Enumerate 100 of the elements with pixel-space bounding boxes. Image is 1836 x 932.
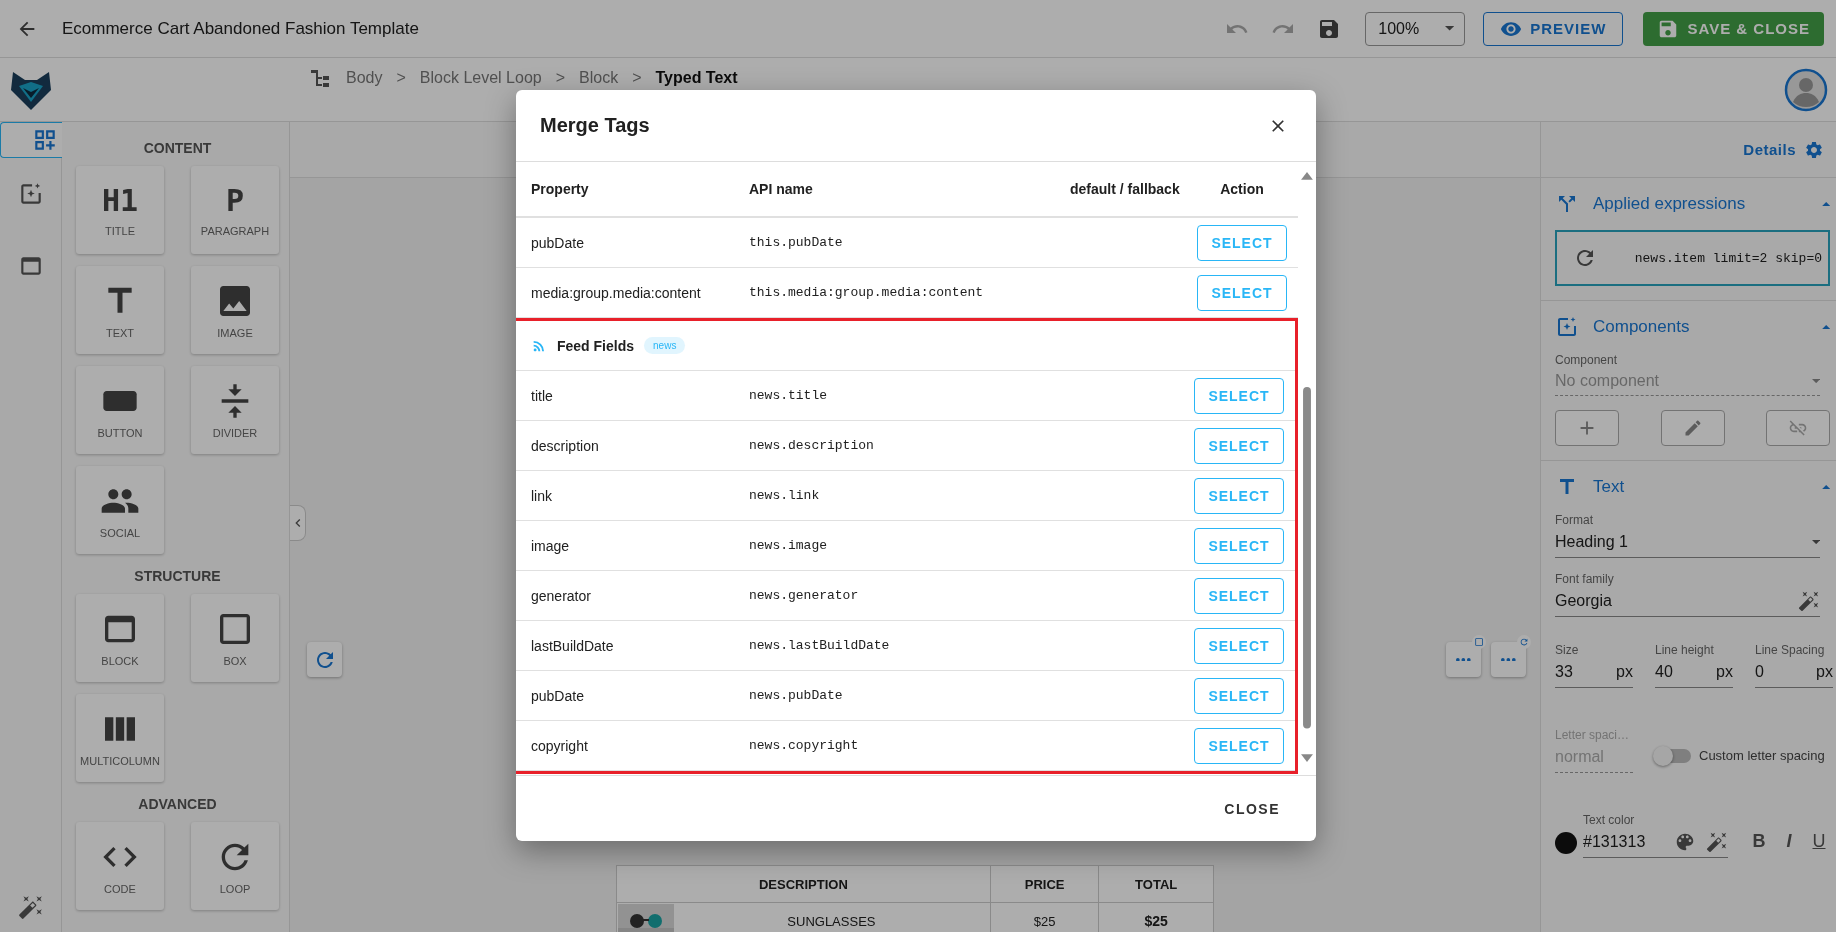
- toggle-switch[interactable]: [1655, 748, 1691, 763]
- palette-icon: [1674, 831, 1696, 853]
- property-cell-text: pubDate: [531, 234, 585, 251]
- save-close-button[interactable]: SAVE & CLOSE: [1643, 11, 1824, 46]
- text-style-button[interactable]: U: [1808, 831, 1830, 858]
- block-tile[interactable]: BUTTON: [76, 366, 164, 454]
- more-button[interactable]: [1446, 642, 1481, 677]
- news-tag: news: [644, 337, 686, 354]
- add-button[interactable]: [1555, 410, 1619, 446]
- select-button[interactable]: SELECT: [1197, 224, 1287, 261]
- refresh-badge-icon: [1517, 635, 1531, 649]
- block-tile[interactable]: BLOCK: [76, 594, 164, 682]
- block-tile[interactable]: LOOP: [191, 822, 279, 910]
- component-select[interactable]: No component: [1555, 367, 1820, 396]
- breadcrumb-item[interactable]: Body: [346, 69, 383, 87]
- template-title: Ecommerce Cart Abandoned Fashion Template: [62, 18, 420, 39]
- breadcrumb-separator: >: [555, 69, 565, 87]
- preview-button[interactable]: PREVIEW: [1483, 11, 1624, 46]
- select-button[interactable]: SELECT: [1194, 377, 1284, 414]
- field-label: Font family: [1555, 572, 1615, 586]
- more-icon: [1501, 657, 1516, 662]
- zoom-dropdown[interactable]: 100%: [1365, 11, 1466, 46]
- api-name-cell-text: this.media:group.media:content: [749, 285, 985, 300]
- select-button[interactable]: SELECT: [1194, 577, 1284, 614]
- property-cell-text: copyright: [531, 737, 589, 754]
- block-tile[interactable]: MULTICOLUMN: [76, 694, 164, 782]
- dialog-title: Merge Tags: [540, 114, 650, 137]
- expression-box[interactable]: news.item limit=2 skip=0: [1555, 230, 1830, 286]
- avatar-icon[interactable]: [1784, 67, 1828, 112]
- section-heading: CONTENT: [142, 140, 213, 156]
- color-field[interactable]: #131313: [1583, 833, 1664, 851]
- section-header[interactable]: Components: [1555, 301, 1830, 353]
- block-tile[interactable]: IMAGE: [191, 266, 279, 354]
- tile-glyph: H1: [101, 183, 139, 219]
- text-style-button[interactable]: B: [1748, 831, 1770, 858]
- caret-icon: [1445, 26, 1455, 31]
- block-tile[interactable]: TEXT: [76, 266, 164, 354]
- api-name-cell-text: news.link: [749, 488, 821, 503]
- refresh-button[interactable]: [307, 642, 342, 677]
- section-heading: STRUCTURE: [133, 568, 222, 584]
- select-button[interactable]: SELECT: [1194, 677, 1284, 714]
- edit-button[interactable]: [1660, 410, 1725, 446]
- select-button[interactable]: SELECT: [1194, 427, 1284, 464]
- breadcrumb-item[interactable]: Typed Text: [655, 69, 738, 87]
- column-header: Action: [1219, 181, 1265, 197]
- breadcrumb-separator: >: [396, 69, 406, 87]
- breadcrumb-item[interactable]: Block: [579, 69, 619, 87]
- number-field[interactable]: 33 px: [1555, 657, 1633, 688]
- number-field[interactable]: 0 px: [1755, 657, 1833, 688]
- column-header: DESCRIPTION: [616, 865, 991, 903]
- square-badge-icon: [1472, 635, 1486, 649]
- breadcrumb-item[interactable]: Block Level Loop: [419, 69, 542, 87]
- block-tile[interactable]: P PARAGRAPH: [191, 166, 279, 254]
- more-button[interactable]: [1491, 642, 1526, 677]
- select-button[interactable]: SELECT: [1194, 477, 1284, 514]
- close-dialog-button[interactable]: CLOSE: [1218, 799, 1286, 818]
- caret-icon: [1821, 324, 1830, 330]
- api-name-cell-text: news.lastBuildDate: [749, 638, 891, 653]
- magic-wand-icon: [17, 894, 44, 920]
- magic-wand-icon: [1706, 831, 1728, 853]
- format-select[interactable]: Heading 1: [1555, 527, 1820, 558]
- select-button[interactable]: SELECT: [1194, 627, 1284, 664]
- column-header: Property: [531, 181, 590, 197]
- color-swatch[interactable]: [1555, 832, 1577, 854]
- section-header[interactable]: Applied expressions: [1555, 178, 1830, 230]
- column-header: default / fallback: [1070, 181, 1181, 197]
- component-add-icon: [1555, 315, 1579, 339]
- widgets-add-icon: [32, 127, 58, 153]
- block-tile[interactable]: H1 TITLE: [76, 166, 164, 254]
- select-button[interactable]: SELECT: [1197, 274, 1287, 311]
- block-tile[interactable]: BOX: [191, 594, 279, 682]
- property-cell-text: media:group.media:content: [531, 284, 702, 301]
- field-label: Line Spacing: [1755, 643, 1826, 657]
- column-header: API name: [749, 181, 814, 197]
- text-style-button[interactable]: I: [1778, 831, 1800, 858]
- select-button[interactable]: SELECT: [1194, 727, 1284, 764]
- section-header[interactable]: Text: [1555, 461, 1830, 513]
- api-name-cell-text: news.image: [749, 538, 828, 553]
- block-tile[interactable]: SOCIAL: [76, 466, 164, 554]
- more-icon: [1456, 657, 1471, 662]
- table-cell-text: SUNGLASSES: [786, 913, 877, 929]
- field-label: Component: [1555, 353, 1619, 367]
- property-cell-text: image: [531, 537, 571, 554]
- collapse-handle[interactable]: [290, 505, 306, 541]
- select-button[interactable]: SELECT: [1194, 527, 1284, 564]
- caret-icon: [1811, 378, 1820, 384]
- caret-icon: [1821, 484, 1830, 490]
- api-name-cell-text: news.title: [749, 388, 828, 403]
- block-tile[interactable]: CODE: [76, 822, 164, 910]
- block-tile[interactable]: DIVIDER: [191, 366, 279, 454]
- unlink-button[interactable]: [1766, 410, 1830, 446]
- section-heading: ADVANCED: [137, 796, 218, 812]
- number-field[interactable]: 40 px: [1655, 657, 1733, 688]
- font-family-field[interactable]: Georgia: [1555, 586, 1820, 617]
- toggle-label: Custom letter spacing: [1699, 748, 1825, 763]
- details-link[interactable]: Details: [1743, 141, 1796, 158]
- property-cell-text: link: [531, 487, 553, 504]
- field-label: Line height: [1655, 643, 1715, 657]
- api-name-cell-text: news.generator: [749, 588, 860, 603]
- api-name-cell-text: news.copyright: [749, 738, 860, 753]
